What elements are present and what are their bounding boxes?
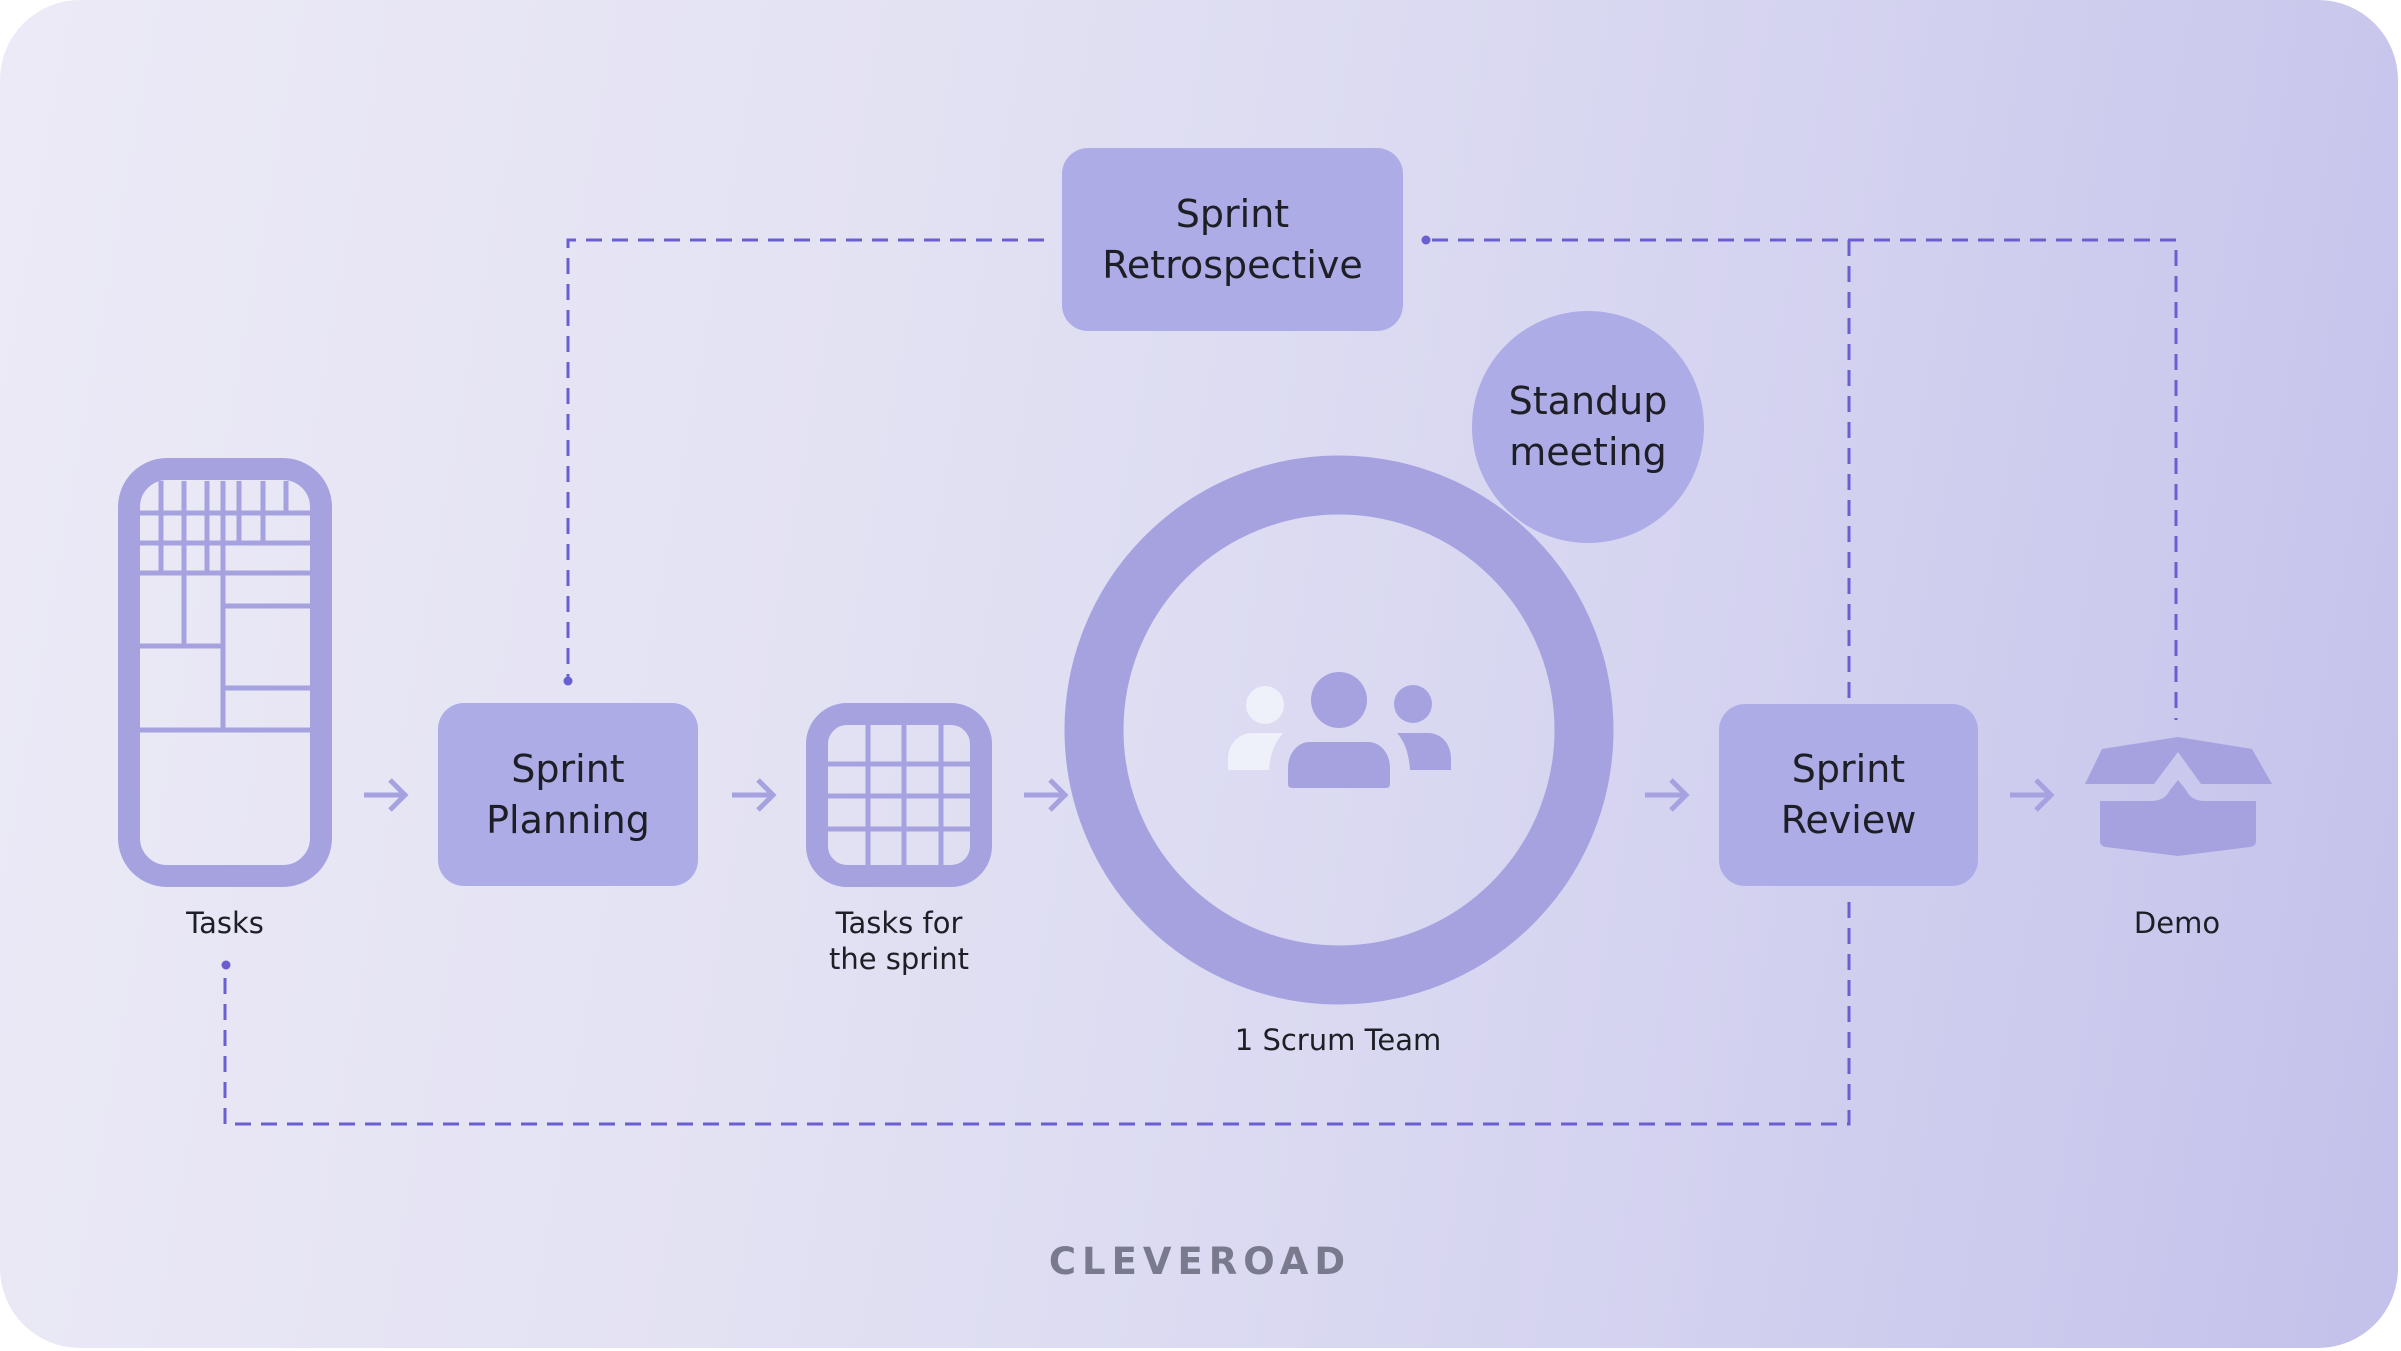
node-label-line: Planning bbox=[486, 797, 650, 842]
node-label-line: Sprint bbox=[1791, 747, 1906, 791]
connector-dot bbox=[1421, 235, 1431, 245]
node-label-line: Standup bbox=[1508, 379, 1668, 423]
sprint-planning-node[interactable]: Sprint Planning bbox=[438, 703, 698, 886]
arrow-right-icon bbox=[732, 778, 777, 812]
dashed-connectors bbox=[223, 238, 2178, 1126]
arrow-right-icon bbox=[1645, 778, 1690, 812]
retro-to-planning-line bbox=[566, 238, 1044, 678]
tasks-for-sprint-label: Tasks for the sprint bbox=[829, 905, 969, 977]
sprint-retrospective-node[interactable]: Sprint Retrospective bbox=[1062, 148, 1403, 331]
standup-meeting-node[interactable]: Standup meeting bbox=[1472, 311, 1704, 543]
label-line: the sprint bbox=[828, 942, 970, 976]
diagram-card: Sprint Retrospective Standup meeting Spr… bbox=[0, 0, 2398, 1348]
arrow-right-icon bbox=[1024, 778, 1069, 812]
node-label-line: meeting bbox=[1509, 430, 1667, 474]
arrow-right-icon bbox=[364, 778, 409, 812]
team-icon bbox=[1228, 672, 1451, 788]
sprint-review-node[interactable]: Sprint Review bbox=[1719, 704, 1978, 886]
scrum-team-label: 1 Scrum Team bbox=[1234, 1023, 1442, 1057]
node-label-line: Sprint bbox=[511, 746, 625, 791]
review-to-tasks-line bbox=[223, 902, 1851, 1126]
label-line: Tasks for bbox=[835, 906, 963, 940]
task-board-icon bbox=[118, 458, 332, 887]
connector-dot bbox=[563, 676, 573, 686]
brand-logo: CLEVEROAD bbox=[1048, 1240, 1352, 1283]
node-label-line: Retrospective bbox=[1102, 242, 1363, 287]
open-box-icon bbox=[2085, 737, 2272, 856]
arrow-right-icon bbox=[2010, 778, 2055, 812]
node-label-line: Review bbox=[1780, 798, 1917, 842]
connector-dot bbox=[221, 960, 231, 970]
tasks-label: Tasks bbox=[186, 906, 264, 940]
demo-label: Demo bbox=[2133, 906, 2221, 940]
scrum-team-ring bbox=[1064, 455, 1614, 1005]
sprint-grid-icon bbox=[806, 703, 992, 887]
node-label-line: Sprint bbox=[1175, 191, 1290, 236]
